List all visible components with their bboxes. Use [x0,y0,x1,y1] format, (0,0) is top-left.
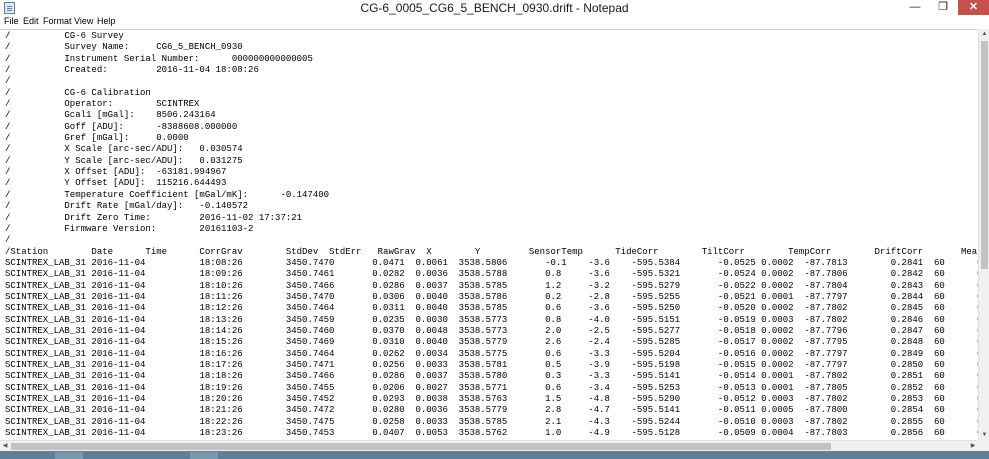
text-line: / X Scale [arc-sec/ADU]: 0.030574 [5,144,243,155]
taskbar-item[interactable] [190,452,218,459]
text-line: SCINTREX_LAB_31 2016-11-04 18:11:26 3450… [5,291,978,302]
taskbar [0,451,989,459]
text-line: SCINTREX_LAB_31 2016-11-04 18:17:26 3450… [5,359,978,370]
menu-view[interactable]: View [74,16,93,26]
scrollbar-corner [978,440,989,451]
title-bar: CG-6_0005_CG6_5_BENCH_0930.drift - Notep… [0,0,989,15]
text-line: / Instrument Serial Number: 000000000000… [5,53,313,64]
text-line: / Created: 2016-11-04 18:08:26 [5,65,259,76]
text-line: / Drift Zero Time: 2016-11-02 17:37:21 [5,212,303,223]
text-line: SCINTREX_LAB_31 2016-11-04 18:14:26 3450… [5,325,978,336]
menu-format[interactable]: Format [43,16,72,26]
text-line: / X Offset [ADU]: -63181.994967 [5,167,227,178]
scroll-up-icon[interactable]: ▲ [979,29,989,39]
text-line: / [5,235,11,246]
text-editor[interactable]: / CG-6 Survey / Survey Name: CG6_5_BENCH_… [0,29,978,441]
horizontal-scroll-thumb[interactable] [11,443,831,450]
text-line: / Firmware Version: 20161103-2 [5,223,254,234]
minimize-button[interactable]: — [902,0,928,15]
text-line: / Operator: SCINTREX [5,99,200,110]
text-line: SCINTREX_LAB_31 2016-11-04 18:09:26 3450… [5,269,978,280]
vertical-scrollbar[interactable]: ▲ ▼ [978,29,989,440]
taskbar-item[interactable] [55,452,83,459]
text-line: SCINTREX_LAB_31 2016-11-04 18:23:26 3450… [5,428,978,439]
menu-file[interactable]: File [4,16,19,26]
text-line: SCINTREX_LAB_31 2016-11-04 18:18:26 3450… [5,371,978,382]
text-line: SCINTREX_LAB_31 2016-11-04 18:08:26 3450… [5,257,978,268]
text-line: / Drift Rate [mGal/day]: -0.140572 [5,201,249,212]
text-line: / CG-6 Survey [5,31,124,41]
window-title: CG-6_0005_CG6_5_BENCH_0930.drift - Notep… [360,1,629,15]
text-line: SCINTREX_LAB_31 2016-11-04 18:20:26 3450… [5,394,978,404]
text-line: SCINTREX_LAB_31 2016-11-04 18:22:26 3450… [5,416,978,427]
text-line: SCINTREX_LAB_31 2016-11-04 18:15:26 3450… [5,337,978,348]
close-button[interactable]: ✕ [958,0,989,15]
text-line: SCINTREX_LAB_31 2016-11-04 18:13:26 3450… [5,314,978,325]
text-line: / Temperature Coefficient [mGal/mK]: -0.… [5,189,330,200]
text-line: / Gcal1 [mGal]: 8506.243164 [5,110,216,121]
text-line: SCINTREX_LAB_31 2016-11-04 18:21:26 3450… [5,405,978,416]
text-line: / Gref [mGal]: 0.0000 [5,133,189,144]
text-line: SCINTREX_LAB_31 2016-11-04 18:10:26 3450… [5,280,978,291]
document-text: / CG-6 Survey / Survey Name: CG6_5_BENCH_… [5,31,978,439]
vertical-scroll-thumb[interactable] [981,41,988,269]
text-line: SCINTREX_LAB_31 2016-11-04 18:16:26 3450… [5,348,978,359]
restore-button[interactable]: ❐ [930,0,956,15]
text-line: / Y Scale [arc-sec/ADU]: 0.031275 [5,155,243,166]
text-line: SCINTREX_LAB_31 2016-11-04 18:19:26 3450… [5,382,978,393]
text-line: / Y Offset [ADU]: 115216.644493 [5,178,227,189]
menu-edit[interactable]: Edit [23,16,39,26]
text-line: / Goff [ADU]: -8388608.000000 [5,121,238,132]
text-line: / [5,76,11,87]
menu-bar: File Edit Format View Help [0,15,989,30]
text-line: / Survey Name: CG6_5_BENCH_0930 [5,42,243,53]
text-line: /Station Date Time CorrGrav StdDev StdEr… [5,246,978,257]
scroll-down-icon[interactable]: ▼ [979,430,989,440]
text-line: / CG-6 Calibration [5,87,151,98]
menu-help[interactable]: Help [97,16,116,26]
text-line: SCINTREX_LAB_31 2016-11-04 18:12:26 3450… [5,303,978,314]
